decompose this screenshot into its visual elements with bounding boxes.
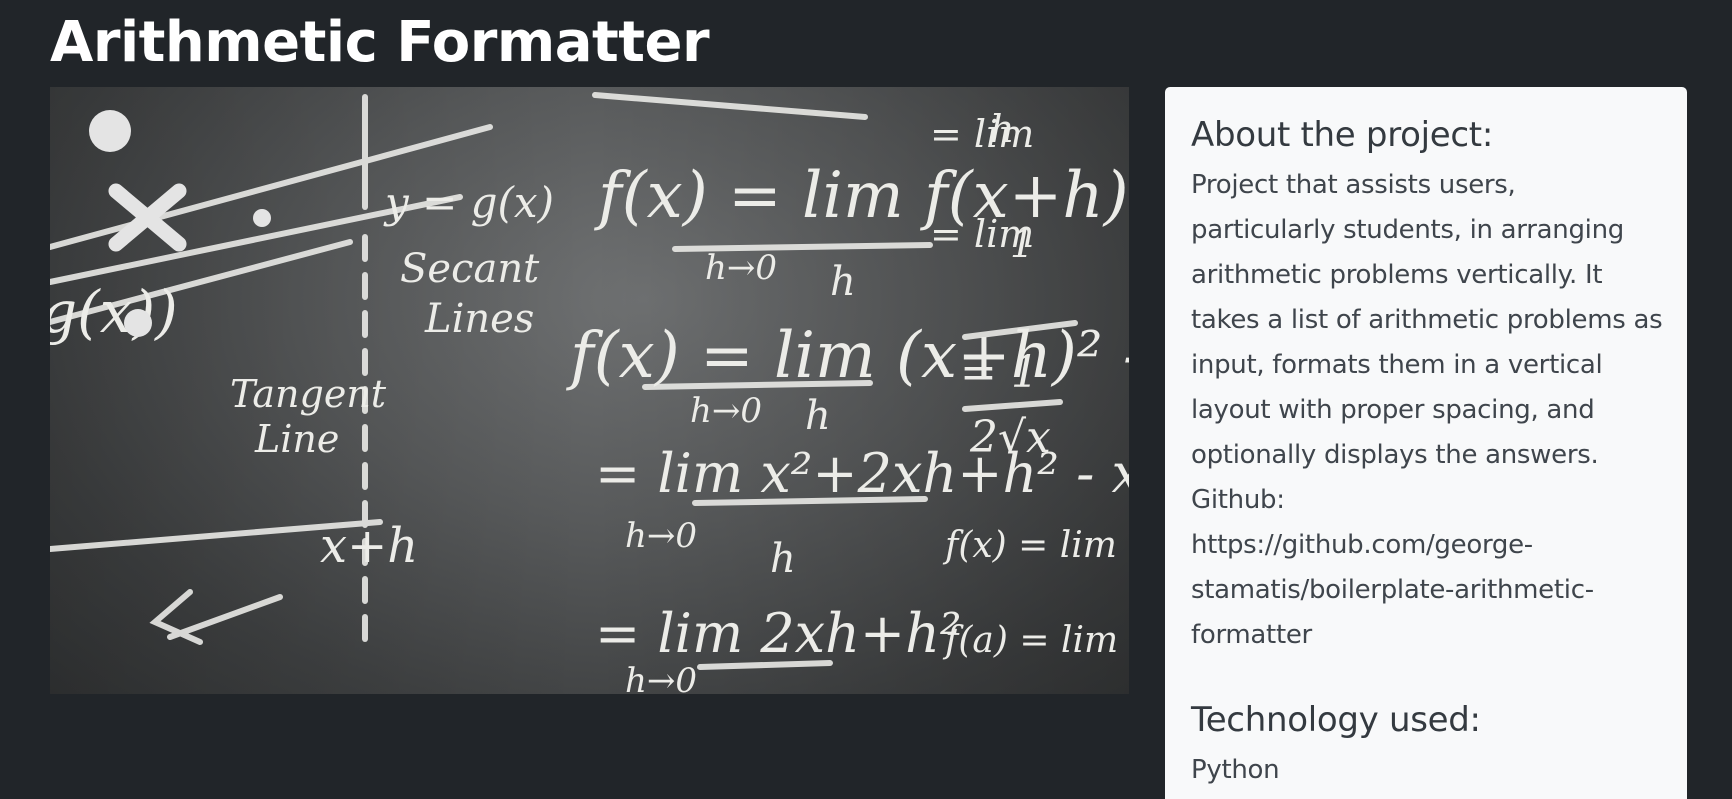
chalk-lines: Lines: [424, 296, 534, 342]
chalk-den-2: h: [805, 393, 831, 439]
chalk-limit-2: h→0: [690, 391, 762, 431]
chalk-line: Line: [254, 417, 339, 461]
chalk-eq-2: f(x) = lim (x+h)² - x²: [566, 319, 1129, 393]
dot-icon: [124, 309, 152, 337]
chalk-r2n: 1: [1010, 222, 1034, 266]
page: Arithmetic Formatter f(x) = lim f(x+h) h…: [0, 0, 1732, 799]
page-title: Arithmetic Formatter: [50, 10, 710, 75]
github-link[interactable]: https://github.com/george-stamatis/boile…: [1191, 523, 1663, 658]
chalk-gx: y = g(x): [383, 178, 554, 227]
chalk-limit-4: h→0: [625, 661, 697, 694]
about-description: Project that assists users, particularly…: [1191, 163, 1663, 658]
chalk-r4: f(x) = lim: [942, 525, 1117, 566]
chalk-eq-4: = lim 2xh+h²: [595, 602, 962, 665]
chalk-r1: = lim: [930, 112, 1034, 156]
chalk-den-3: h: [770, 536, 796, 582]
small-dot-icon: [253, 209, 271, 227]
chalk-r3: = 1: [960, 347, 1039, 398]
chalk-xh: x+h: [320, 518, 418, 574]
chalk-limit-3: h→0: [625, 516, 697, 556]
chalk-r5: f(a) = lim: [942, 620, 1118, 661]
chalk-secant: Secant: [400, 246, 540, 292]
chalk-tangent: Tangent: [230, 372, 387, 416]
chalk-g: g(x)): [50, 278, 178, 346]
chalkboard-illustration: f(x) = lim f(x+h) - f(x) h→0 h f(x) = li…: [50, 87, 1129, 694]
chalk-limit-1: h→0: [705, 248, 777, 288]
tech-value: Python: [1191, 755, 1280, 785]
tech-heading: Technology used:: [1191, 700, 1481, 740]
about-heading: About the project:: [1191, 115, 1493, 155]
chalk-den-1: h: [830, 259, 856, 305]
about-card: About the project: Project that assists …: [1165, 87, 1687, 799]
dot-icon: [89, 110, 131, 152]
chalk-eq-1: f(x) = lim f(x+h) - f(x): [594, 159, 1129, 233]
about-description-text: Project that assists users, particularly…: [1191, 170, 1663, 515]
chalkboard-calculus-image: f(x) = lim f(x+h) - f(x) h→0 h f(x) = li…: [50, 87, 1129, 694]
chalk-r1h: h: [990, 107, 1014, 151]
chalk-r3d: 2√x: [969, 412, 1051, 463]
